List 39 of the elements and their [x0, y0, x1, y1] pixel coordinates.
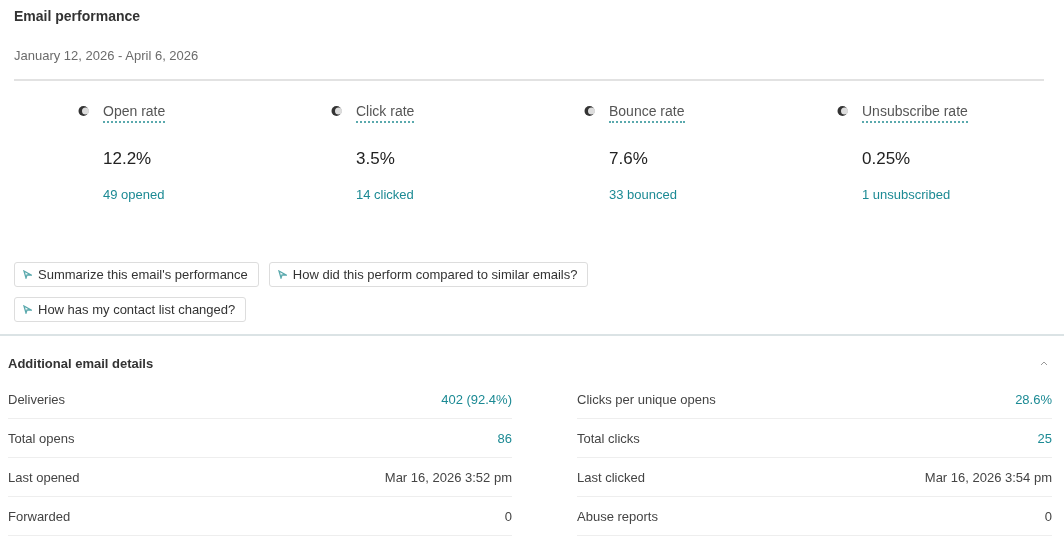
prompt-button[interactable]: Summarize this email's performance [14, 262, 259, 287]
detail-label: Total clicks [577, 430, 640, 446]
metric-link[interactable]: 14 clicked [356, 187, 415, 202]
detail-label: Last clicked [577, 469, 645, 485]
detail-value: 0 [1044, 508, 1052, 524]
moon-icon [837, 105, 848, 117]
detail-label: Deliveries [8, 391, 66, 407]
prompt-button[interactable]: How has my contact list changed? [14, 297, 247, 322]
detail-label: Forwarded [8, 508, 71, 524]
metric-value: 7.6% [609, 149, 649, 169]
detail-value: Mar 16, 2026 3:54 pm [924, 469, 1052, 485]
metric-label[interactable]: Open rate [103, 103, 166, 123]
detail-link[interactable]: 402 (92.4%) [441, 391, 512, 407]
metric-value: 12.2% [103, 149, 153, 169]
detail-label: Clicks per unique opens [577, 391, 716, 407]
moon-icon [584, 105, 595, 117]
moon-icon [78, 105, 89, 117]
date-range: January 12, 2026 - April 6, 2026 [14, 48, 200, 63]
metric-label[interactable]: Click rate [356, 103, 415, 123]
metric-link[interactable]: 1 unsubscribed [862, 187, 968, 202]
section-title: Email performance [14, 8, 142, 26]
metric-link[interactable]: 49 opened [103, 187, 166, 202]
metric-value: 3.5% [356, 149, 396, 169]
detail-value: 0 [504, 508, 512, 524]
prompt-button[interactable]: How did this perform compared to similar emails? [268, 262, 589, 287]
detail-link[interactable]: 25 [1037, 430, 1052, 446]
detail-label: Total opens [8, 430, 75, 446]
detail-value: Mar 16, 2026 3:52 pm [384, 469, 512, 485]
detail-label: Last opened [8, 469, 80, 485]
metric-label[interactable]: Bounce rate [609, 103, 685, 123]
details-title: Additional email details [8, 355, 154, 371]
metric-link[interactable]: 33 bounced [609, 187, 685, 202]
moon-icon [331, 105, 342, 117]
detail-link[interactable]: 28.6% [1015, 391, 1052, 407]
metric-value: 0.25% [862, 149, 912, 169]
chevron-up-icon[interactable] [1040, 360, 1048, 366]
metric-label[interactable]: Unsubscribe rate [862, 103, 968, 123]
detail-link[interactable]: 86 [497, 430, 512, 446]
detail-label: Abuse reports [577, 508, 658, 524]
